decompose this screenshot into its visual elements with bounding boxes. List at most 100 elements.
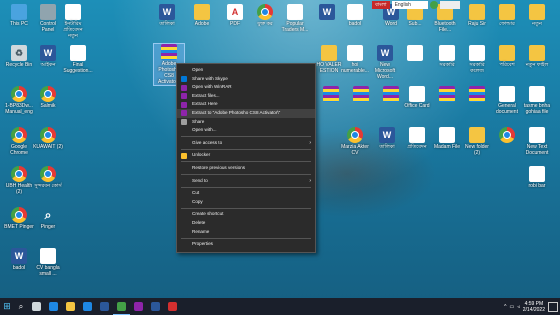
menu-item[interactable]: Open with... [177, 126, 315, 135]
desktop-icon-new-word[interactable]: W New Microsoft Word... [370, 45, 400, 80]
desktop-icon-badol-top[interactable]: badol [340, 4, 370, 27]
taskbar-app-winrar[interactable] [130, 298, 147, 315]
chrome-icon [11, 166, 27, 182]
clock[interactable]: 4:59 PM 2/14/2022 [523, 301, 545, 313]
desktop-icon-marzia[interactable]: Marzia Akter CV [340, 127, 370, 156]
doc-icon [529, 86, 545, 102]
menu-item[interactable]: Restore previous versions [177, 164, 315, 173]
desktop-icon-this-pc[interactable]: This PC [4, 4, 34, 27]
taskbar-app-word-2[interactable] [147, 298, 164, 315]
desktop-icon-badol-2[interactable]: Wbadol [4, 248, 34, 271]
desktop-icon-hoi-num[interactable]: hoi numerable... [340, 45, 370, 74]
desktop-icon-popular[interactable]: Popular Traders M... [280, 4, 310, 33]
menu-item[interactable]: Open [177, 66, 315, 75]
desktop-icon-manual-chrome[interactable]: 1-BP83Dw... Manual_eng [4, 86, 34, 115]
desktop-icon-ubi-health[interactable]: UBH Health (2) [4, 166, 34, 195]
context-menu: Open Share with Skype Open with WinRAR Extr… [176, 63, 316, 253]
desktop-icon-chrome-top[interactable]: যুক্ত কর [250, 4, 280, 27]
menu-item[interactable]: Properties [177, 240, 315, 249]
desktop-icon-pinger[interactable]: ⌕ Pinger [33, 207, 63, 231]
desktop-icon-label: Popular Traders M... [281, 21, 309, 33]
taskbar-app-bluetooth-app[interactable] [79, 298, 96, 315]
menu-item[interactable]: Delete [177, 219, 315, 228]
menu-item[interactable]: Rename [177, 228, 315, 237]
menu-item[interactable]: Share with Skype [177, 75, 315, 84]
menu-item[interactable]: Send to › [177, 177, 315, 186]
desktop-icon-tasme[interactable]: tasme bnha gohiaa file [522, 86, 552, 115]
desktop-icon-chrome-r[interactable] [492, 127, 522, 144]
menu-item-icon [181, 93, 187, 100]
desktop-icon-bn-doc-4[interactable]: W তালিকা [372, 127, 402, 150]
desktop-icon-rar-3[interactable] [346, 86, 376, 103]
desktop-icon-bn-doc-3[interactable]: W [312, 4, 342, 21]
search-icon[interactable]: ⌕ [14, 302, 28, 312]
desktop-icon-rajushi[interactable]: Raju Sir [462, 4, 492, 27]
desktop-icon-label: আইকন [40, 62, 56, 68]
taskbar-app-word[interactable] [96, 298, 113, 315]
chevron-up-icon[interactable]: ^ [504, 304, 506, 310]
desktop-icon-bn-app[interactable]: W আইকন [33, 45, 63, 68]
desktop-icon-bn-folder-4[interactable]: নতুন ফাইল [522, 45, 552, 68]
desktop-icon-madam-file[interactable]: Madam File [432, 127, 462, 150]
taskbar-app-task-view[interactable] [28, 298, 45, 315]
desktop-icon-rar-2[interactable] [316, 86, 346, 103]
desktop-icon-sarkari-2[interactable]: সরকারি কলেজ [462, 45, 492, 74]
taskbar-app-chrome[interactable] [113, 298, 130, 315]
desktop-icon-pdf-1[interactable]: A PDF [220, 4, 250, 27]
desktop-icon-robi-bar[interactable]: robi bar [522, 166, 552, 189]
menu-item-label: Open with... [192, 127, 217, 133]
desktop-icon-new-folder-2[interactable]: New folder (2) [462, 127, 492, 156]
rar-icon [383, 86, 399, 102]
menu-item[interactable]: Create shortcut [177, 210, 315, 219]
menu-item[interactable]: Copy [177, 198, 315, 207]
desktop-icon-m1[interactable] [400, 45, 430, 62]
taskbar-app-edge[interactable] [45, 298, 62, 315]
ime-options[interactable] [439, 0, 460, 9]
ime-status-icon[interactable] [429, 0, 438, 9]
language-select[interactable]: English [391, 0, 428, 9]
desktop-icon-bn-folder-2[interactable]: নতুন [522, 4, 552, 27]
desktop-icon-sarkari[interactable]: সরকারি [432, 45, 462, 68]
taskbar-app-acrobat[interactable] [164, 298, 181, 315]
language-bar[interactable]: বাংলা English [372, 0, 460, 9]
desktop-icon-bn-folder-3[interactable]: পরিবেশ [492, 45, 522, 68]
desktop-icon-label: Pinger [40, 224, 56, 230]
desktop-icon-cv-bangla[interactable]: CV bangla small ... [33, 248, 63, 277]
menu-item[interactable]: Share [177, 118, 315, 127]
menu-item[interactable]: Unlocker [177, 151, 315, 160]
winrar-icon [134, 302, 143, 311]
menu-item-label: Restore previous versions [192, 164, 246, 170]
network-icon[interactable]: ▭ [510, 304, 515, 310]
desktop-icon-final-suggestion[interactable]: Final Suggestion... [63, 45, 93, 74]
menu-item[interactable]: Extract to "Adobe Photosho CS8 Activator… [177, 108, 315, 118]
desktop-icon-recycle-bin[interactable]: ♻ Recycle Bin [4, 45, 34, 68]
taskbar-app-file-explorer[interactable] [62, 298, 79, 315]
doc-icon [287, 4, 303, 20]
desktop-icon-office-card[interactable]: Office Card [402, 86, 432, 109]
menu-item[interactable]: Extract Here [177, 100, 315, 109]
desktop-icon-bn-chrome[interactable]: সুন্দরবন কোর্স [33, 166, 63, 189]
start-button[interactable]: ⊞ [0, 298, 14, 315]
doc-icon [469, 45, 485, 61]
notification-icon[interactable] [548, 301, 558, 312]
desktop-icon-adobe[interactable]: Adobe [187, 4, 217, 27]
bangla-button[interactable]: বাংলা [372, 0, 390, 9]
desktop-icon-rar-5[interactable] [432, 86, 462, 103]
desktop-icon-bn-doc-2[interactable]: W তালিকা [152, 4, 182, 27]
task-view-icon [32, 302, 41, 311]
desktop-icon-bn-folder-1[interactable]: ফোল্ডার [492, 4, 522, 27]
desktop-icon-rar-6[interactable] [462, 86, 492, 103]
desktop-icon-general-doc[interactable]: General document [492, 86, 522, 115]
desktop-icon-google-chrome[interactable]: Google Chrome [4, 127, 34, 156]
desktop-icon-salmik[interactable]: Salmik [33, 86, 63, 109]
desktop-icon-bn-doc-1[interactable]: ইনটারিম প্রতিবেদন নতুন [58, 4, 88, 39]
menu-item[interactable]: Cut [177, 189, 315, 198]
menu-item[interactable]: Give access to › [177, 139, 315, 148]
volume-icon[interactable]: ◃ [517, 304, 520, 310]
desktop-icon-new-text[interactable]: New Text Document [522, 127, 552, 156]
desktop-icon-bn-doc-5[interactable]: প্রতিবেদন [402, 127, 432, 150]
desktop-icon-kuwait[interactable]: KUAWAIT (2) [33, 127, 63, 150]
menu-item[interactable]: Open with WinRAR [177, 83, 315, 92]
desktop-icon-bmet-pinger[interactable]: BMET Pinger [4, 207, 34, 230]
menu-item[interactable]: Extract files... [177, 92, 315, 101]
